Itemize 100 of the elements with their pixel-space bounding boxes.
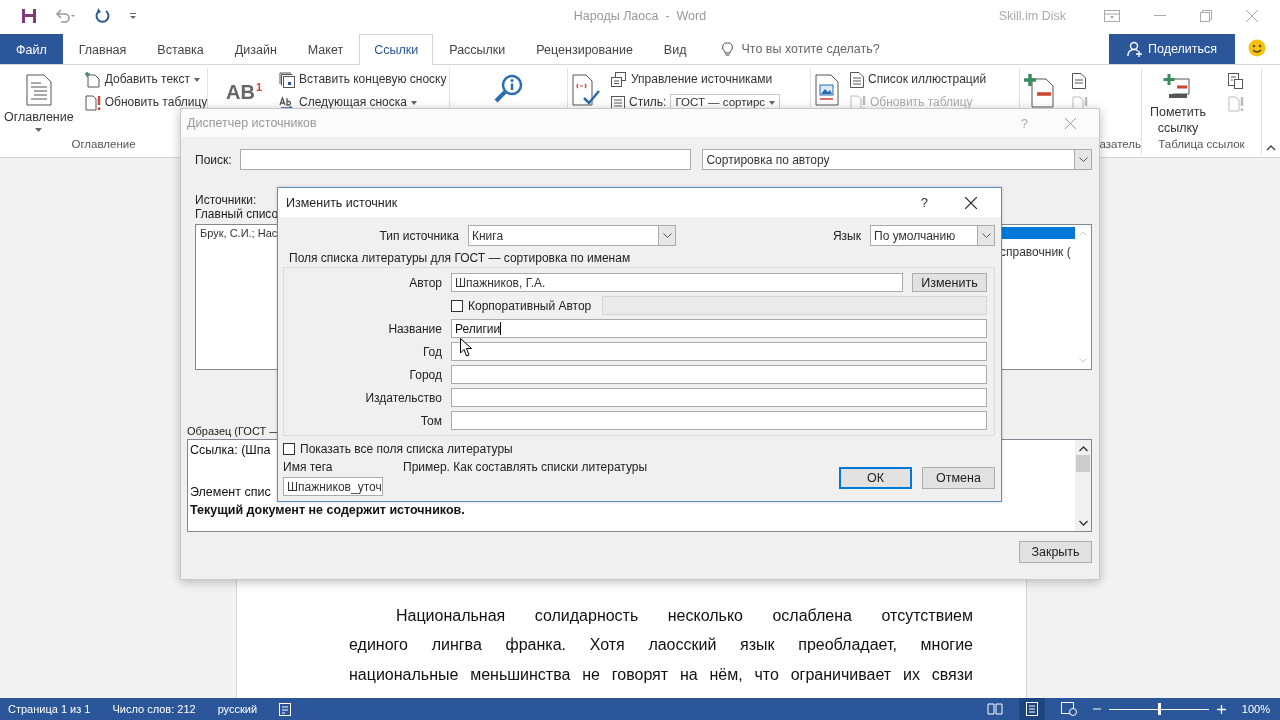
mark-citation-button[interactable]: Пометить ссылку (1142, 69, 1214, 136)
search-field[interactable] (239, 149, 692, 170)
field-label: Название (387, 321, 442, 336)
source-type-label: Тип источника (378, 228, 459, 243)
person-icon (1127, 41, 1143, 57)
corporate-author-field[interactable] (602, 296, 987, 315)
input-field[interactable] (451, 388, 987, 407)
web-layout-icon[interactable] (1060, 702, 1077, 716)
customize-toolbar-icon[interactable] (129, 12, 137, 20)
update-table-button[interactable]: Обновить таблицу (81, 92, 211, 113)
caret-icon (410, 100, 417, 105)
chevron-down-icon (1078, 157, 1088, 162)
example-link[interactable]: Пример. Как составлять списки литературы (403, 460, 648, 474)
document-plus-icon (84, 71, 101, 88)
text-cursor (500, 322, 502, 335)
print-layout-button[interactable] (1018, 698, 1045, 720)
small-ab-icon (279, 95, 295, 110)
input-field[interactable]: Религии (451, 319, 987, 338)
ribbon-tab[interactable]: Вид (648, 34, 702, 64)
tag-name-label: Имя тега (283, 460, 334, 474)
dialog-title: Диспетчер источников (187, 116, 317, 130)
document-lines-icon (850, 71, 864, 88)
ok-button[interactable]: ОК (839, 467, 912, 489)
ribbon-tab[interactable]: Ссылки (359, 34, 434, 65)
page-count[interactable]: Страница 1 из 1 (8, 703, 91, 715)
edit-author-button[interactable]: Изменить (912, 273, 987, 292)
lightbulb-icon (722, 41, 734, 57)
help-button[interactable]: ? (920, 195, 928, 210)
macro-record-icon[interactable] (279, 702, 294, 716)
checkbox[interactable] (283, 443, 295, 455)
close-button[interactable]: Закрыть (1019, 541, 1092, 563)
language-dropdown[interactable]: По умолчанию (870, 225, 995, 246)
table-of-contents-button[interactable]: Оглавление (0, 69, 78, 132)
close-icon[interactable] (965, 196, 977, 209)
document-list-icon (25, 74, 52, 106)
input-field[interactable] (451, 411, 987, 430)
checkbox-label: Показать все поля списка литературы (300, 442, 513, 456)
redo-icon[interactable] (95, 8, 111, 24)
table-of-figures-button[interactable]: Список иллюстраций (847, 69, 990, 90)
ribbon-tab[interactable]: Главная (63, 34, 142, 64)
style-label: Стиль: (629, 96, 667, 109)
insert-endnote-button[interactable]: Вставить концевую сноску (276, 69, 450, 90)
field-label: Издательство (364, 390, 442, 405)
smiley-icon[interactable] (1248, 39, 1266, 57)
add-text-button[interactable]: Добавить текст (81, 69, 211, 90)
magnifier-info-icon (493, 74, 524, 104)
field-label: Город (408, 367, 442, 382)
page-layout-icon (1024, 702, 1039, 716)
collapse-ribbon-icon[interactable] (1266, 145, 1276, 151)
dialog-title: Изменить источник (286, 195, 398, 210)
sort-dropdown[interactable]: Сортировка по автору (702, 149, 1092, 170)
caret-icon (769, 100, 776, 105)
scroll-plus-minus-icon (1163, 74, 1193, 100)
undo-icon[interactable] (55, 9, 77, 23)
scrollbar-thumb[interactable] (1076, 455, 1090, 472)
group-label: Таблица ссылок (1157, 138, 1246, 152)
document-update-icon[interactable] (1228, 73, 1244, 89)
document-icon[interactable] (1072, 73, 1086, 89)
author-field[interactable]: Шпажников, Г.А. (451, 273, 903, 292)
scroll-down-icon[interactable] (1078, 520, 1088, 526)
zoom-slider-thumb[interactable] (1157, 703, 1161, 715)
ribbon-tab[interactable]: Макет (292, 34, 359, 64)
zoom-level[interactable]: 100% (1241, 703, 1270, 715)
tag-name-field[interactable]: Шпажников_уточ (283, 477, 383, 496)
next-footnote-button[interactable]: Следующая сноска (276, 92, 450, 113)
group-label: Оглавление (70, 138, 137, 152)
language-indicator[interactable]: русский (217, 703, 258, 715)
checkbox[interactable] (451, 299, 463, 312)
chevron-down-icon (981, 233, 991, 238)
tell-me-field[interactable]: Что вы хотите сделать? (739, 41, 914, 57)
source-type-dropdown[interactable]: Книга (468, 225, 676, 246)
paragraph-line: Национальная солидарность несколько ослаблена отсутствием (395, 605, 973, 626)
caret-icon (194, 77, 200, 82)
manage-sources-button[interactable]: Управление источниками (608, 69, 784, 90)
share-button[interactable]: Поделиться (1109, 34, 1235, 64)
ribbon-tab[interactable]: Рассылки (434, 34, 521, 64)
ribbon-tab[interactable]: Рецензирование (521, 34, 648, 64)
source-item[interactable]: Брук, С.И.; Нас (200, 227, 278, 241)
chevron-down-icon (662, 233, 672, 238)
input-field[interactable] (451, 365, 987, 384)
read-mode-icon[interactable] (986, 703, 1003, 715)
field-label: Автор (408, 275, 442, 290)
ribbon-tab[interactable]: Дизайн (219, 34, 292, 64)
bibliography-preview: Элемент спис (190, 484, 271, 501)
stacked-documents-icon (611, 71, 627, 88)
ribbon-tab[interactable]: Вставка (142, 34, 219, 64)
mouse-pointer-icon (460, 338, 472, 357)
scroll-up-icon[interactable] (1078, 446, 1088, 452)
zoom-out-icon[interactable] (1092, 705, 1101, 713)
group-label: азатель (1098, 138, 1141, 152)
input-field[interactable] (451, 342, 987, 361)
field-label: Год (421, 344, 442, 359)
word-count[interactable]: Число слов: 212 (112, 703, 196, 715)
fields-group-label: Поля списка литературы для ГОСТ — сортировка по именам (289, 251, 631, 265)
zoom-in-icon[interactable] (1216, 704, 1226, 714)
sources-label: Источники: (195, 193, 257, 207)
cancel-button[interactable]: Отмена (922, 467, 995, 489)
ribbon-tab[interactable]: Файл (0, 34, 63, 64)
caret-icon (35, 128, 43, 132)
master-list-label: Главный списо (195, 207, 279, 221)
